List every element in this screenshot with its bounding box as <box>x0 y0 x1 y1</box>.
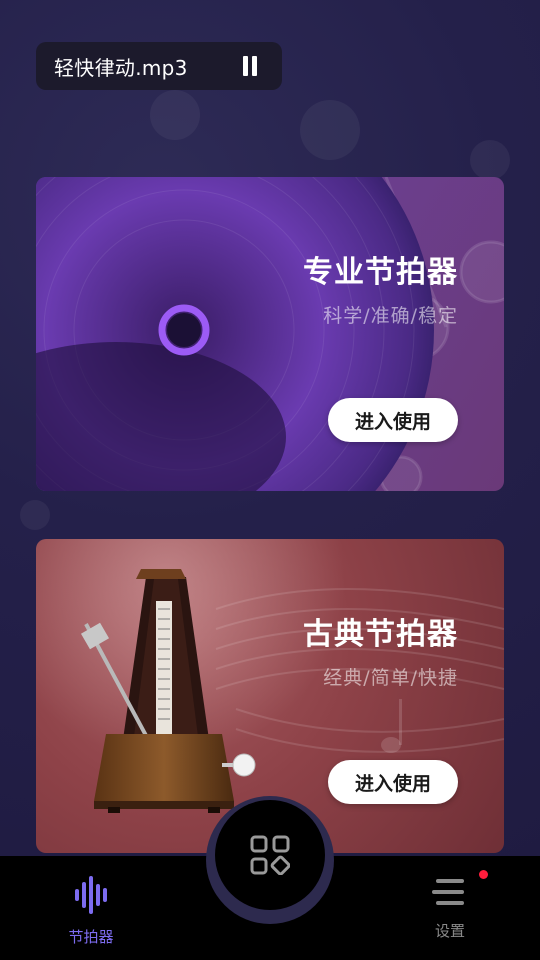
enter-button[interactable]: 进入使用 <box>328 760 458 804</box>
grid-apps-icon <box>250 835 290 875</box>
enter-button[interactable]: 进入使用 <box>328 398 458 442</box>
bokeh <box>20 500 50 530</box>
bokeh <box>150 90 200 140</box>
card-subtitle: 经典/简单/快捷 <box>323 667 458 689</box>
pro-metronome-card[interactable]: 专业节拍器 科学/准确/稳定 进入使用 <box>36 177 504 491</box>
card-subtitle: 科学/准确/稳定 <box>323 305 458 327</box>
pause-icon[interactable] <box>240 54 260 78</box>
card-title: 专业节拍器 <box>303 255 458 290</box>
waveform-icon <box>75 876 107 914</box>
nav-item-settings[interactable]: 设置 <box>410 876 490 941</box>
nav-label: 设置 <box>434 922 465 940</box>
bokeh <box>300 100 360 160</box>
now-playing-bar[interactable]: 轻快律动.mp3 <box>36 42 282 90</box>
nav-item-metronome[interactable]: 节拍器 <box>51 876 131 947</box>
track-name: 轻快律动.mp3 <box>54 55 188 80</box>
menu-lines-icon <box>432 879 464 905</box>
nav-label: 节拍器 <box>68 928 114 946</box>
vinyl-record-illustration <box>36 177 504 491</box>
bokeh <box>470 140 510 180</box>
notification-badge <box>479 870 488 879</box>
center-apps-button[interactable] <box>215 800 325 910</box>
card-title: 古典节拍器 <box>303 617 458 652</box>
